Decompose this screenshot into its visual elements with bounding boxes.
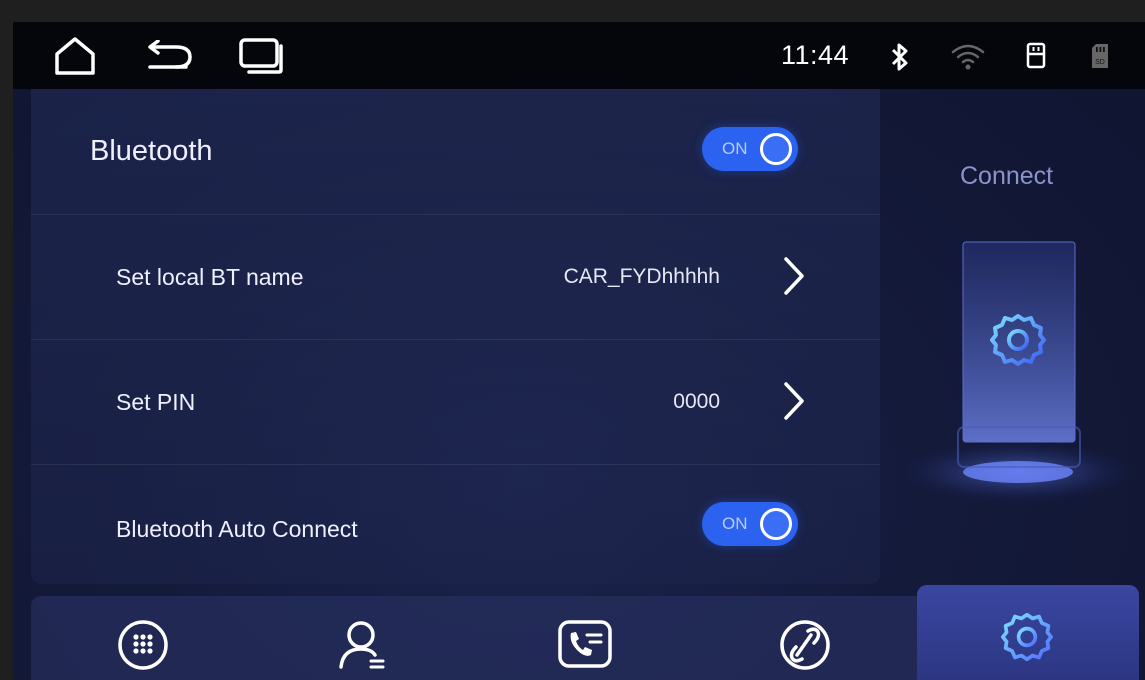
bluetooth-row: Bluetooth ON bbox=[31, 89, 880, 215]
toggle-knob bbox=[760, 133, 792, 165]
bluetooth-settings-panel: Bluetooth ON Set local BT name CAR_FYDhh… bbox=[31, 89, 880, 584]
chevron-right-icon[interactable] bbox=[782, 381, 806, 421]
usb-drive-icon bbox=[1026, 42, 1046, 69]
recent-apps-icon[interactable] bbox=[239, 38, 285, 74]
bluetooth-toggle-state: ON bbox=[722, 139, 748, 158]
phone-illustration bbox=[903, 241, 1133, 502]
bluetooth-icon bbox=[891, 43, 908, 71]
clock: 11:44 bbox=[781, 40, 850, 70]
chevron-right-icon[interactable] bbox=[782, 256, 806, 296]
auto-connect-toggle-state: ON bbox=[722, 514, 748, 533]
pin-label: Set PIN bbox=[116, 389, 196, 415]
wifi-icon bbox=[951, 44, 985, 70]
bluetooth-label: Bluetooth bbox=[90, 135, 213, 167]
auto-connect-row: Bluetooth Auto Connect ON bbox=[31, 464, 880, 584]
connect-title: Connect bbox=[960, 162, 1054, 190]
bt-name-value: CAR_FYDhhhhh bbox=[563, 265, 720, 288]
dialpad-icon[interactable] bbox=[117, 619, 169, 671]
sd-card-icon: SD bbox=[1092, 44, 1108, 68]
gear-icon bbox=[990, 314, 1046, 366]
link-icon[interactable] bbox=[779, 619, 831, 671]
svg-text:SD: SD bbox=[1095, 59, 1105, 66]
bluetooth-settings-screen: 11:44 SD Bluetooth ON Set local BT name … bbox=[13, 22, 1145, 680]
bt-name-row[interactable]: Set local BT name CAR_FYDhhhhh bbox=[31, 214, 880, 340]
status-bar: 11:44 SD bbox=[13, 22, 1145, 89]
home-icon[interactable] bbox=[53, 36, 97, 76]
pin-row[interactable]: Set PIN 0000 bbox=[31, 339, 880, 465]
bluetooth-toggle[interactable]: ON bbox=[702, 127, 798, 171]
contacts-icon[interactable] bbox=[337, 617, 389, 673]
pin-value: 0000 bbox=[673, 390, 720, 413]
settings-icon[interactable] bbox=[1001, 611, 1053, 663]
call-log-icon[interactable] bbox=[557, 619, 613, 671]
auto-connect-label: Bluetooth Auto Connect bbox=[116, 516, 358, 542]
back-icon[interactable] bbox=[146, 40, 192, 74]
auto-connect-toggle[interactable]: ON bbox=[702, 502, 798, 546]
toggle-knob bbox=[760, 508, 792, 540]
bt-name-label: Set local BT name bbox=[116, 264, 304, 290]
